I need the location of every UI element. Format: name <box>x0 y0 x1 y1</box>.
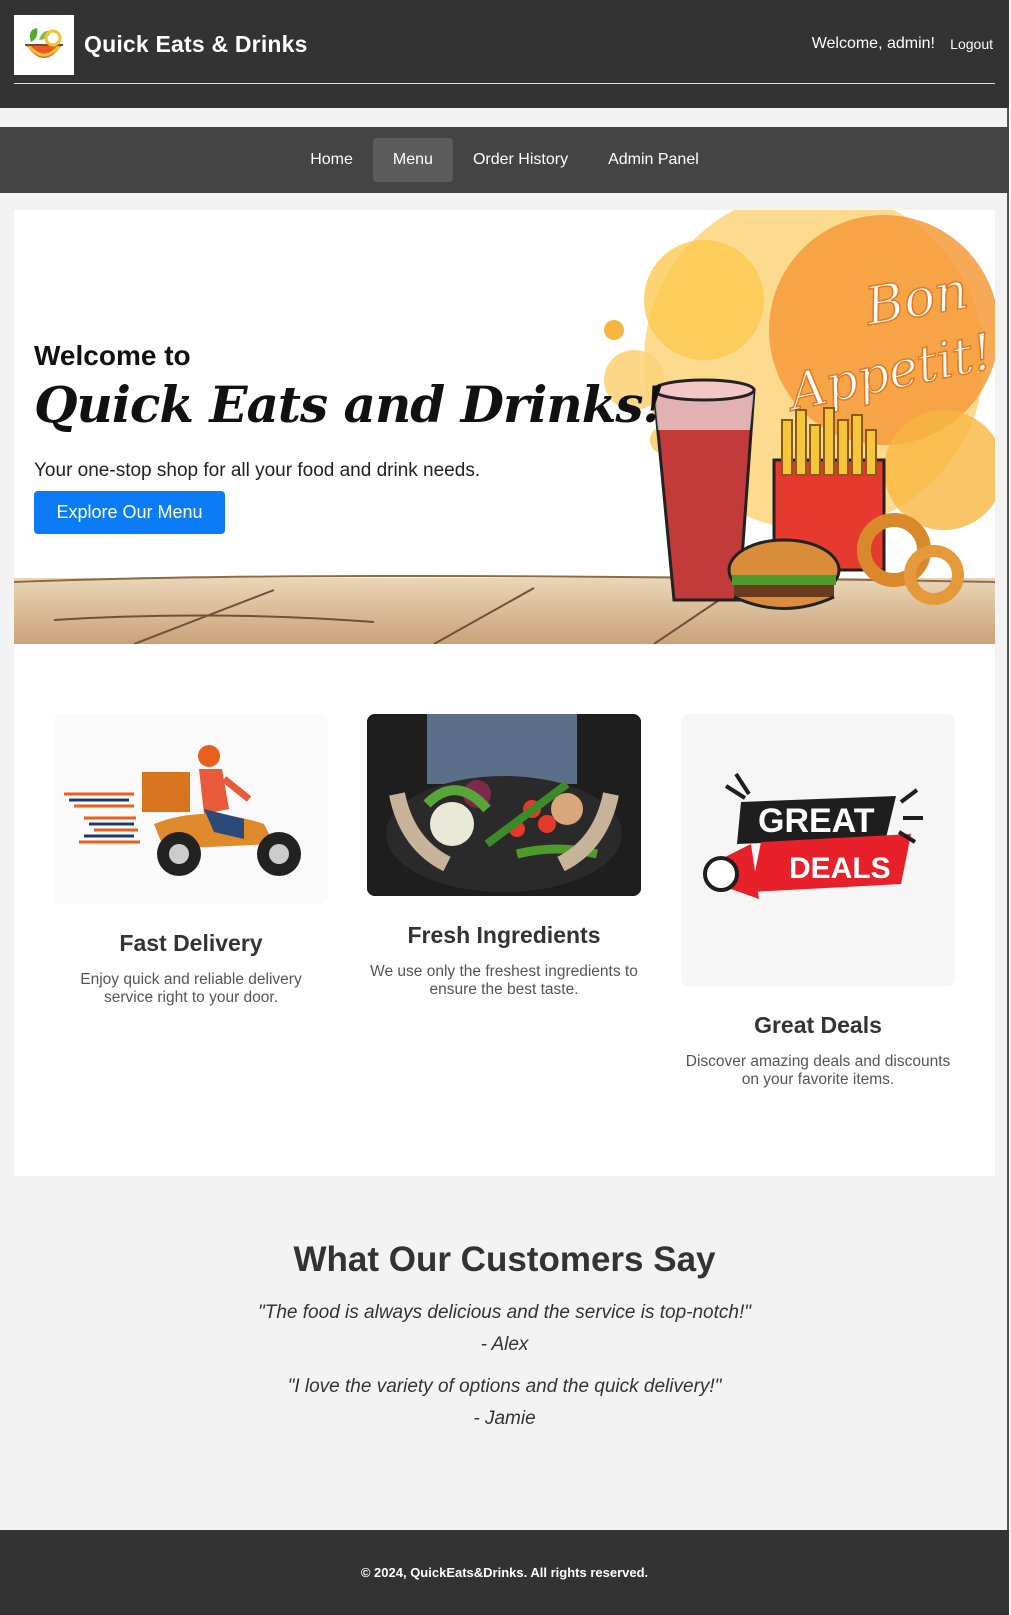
main-nav: Home Menu Order History Admin Panel <box>0 127 1009 193</box>
brand-name: Quick Eats & Drinks <box>84 31 308 57</box>
feature-description: Discover amazing deals and discounts on … <box>685 1053 951 1088</box>
hero-title: Quick Eats and Drinks! <box>34 375 664 434</box>
testimonials-heading: What Our Customers Say <box>293 1240 716 1279</box>
badge-text-great: GREAT <box>758 802 875 840</box>
hero-banner: Bon Appetit! Welcome to Quick Eats and D… <box>14 210 995 644</box>
feature-title: Great Deals <box>754 1012 882 1038</box>
nav-item-home[interactable]: Home <box>290 138 373 182</box>
page: Quick Eats & Drinks Welcome, admin! Logo… <box>0 0 1009 1615</box>
logo[interactable] <box>14 15 74 75</box>
feature-title: Fast Delivery <box>119 930 263 956</box>
testimonial-quote: "The food is always delicious and the se… <box>258 1302 751 1323</box>
features-section: Fast Delivery Enjoy quick and reliable d… <box>14 644 995 1176</box>
nav-item-admin-panel[interactable]: Admin Panel <box>588 138 719 182</box>
site-header: Quick Eats & Drinks Welcome, admin! Logo… <box>0 0 1009 108</box>
nav-item-order-history[interactable]: Order History <box>453 138 588 182</box>
feature-fresh-ingredients: Fresh Ingredients We use only the freshe… <box>367 714 641 999</box>
vegetable-bowl-icon <box>367 714 641 896</box>
badge-text-deals: DEALS <box>789 852 891 885</box>
scooter-delivery-icon <box>64 745 301 876</box>
header-divider <box>14 83 995 84</box>
explore-menu-button[interactable]: Explore Our Menu <box>34 491 225 534</box>
feature-description: We use only the freshest ingredients to … <box>370 963 638 998</box>
welcome-text: Welcome, admin! <box>811 35 935 52</box>
ingredients-image <box>367 714 641 896</box>
feature-fast-delivery: Fast Delivery Enjoy quick and reliable d… <box>54 714 328 1007</box>
hero-subtitle: Your one-stop shop for all your food and… <box>34 460 481 481</box>
testimonial-author: - Jamie <box>473 1408 536 1429</box>
testimonials-section: What Our Customers Say "The food is alwa… <box>0 1240 1009 1430</box>
copyright-text: © 2024, QuickEats&Drinks. All rights res… <box>360 1565 649 1580</box>
testimonial-author: - Alex <box>480 1334 529 1355</box>
logout-link[interactable]: Logout <box>950 36 993 52</box>
nav-item-menu[interactable]: Menu <box>372 138 453 182</box>
feature-description: Enjoy quick and reliable delivery servic… <box>80 971 302 1006</box>
site-footer: © 2024, QuickEats&Drinks. All rights res… <box>0 1530 1009 1615</box>
bowl-leaf-logo-icon <box>25 28 63 58</box>
feature-title: Fresh Ingredients <box>407 922 601 948</box>
feature-great-deals: GREAT DEALS Great Deals Discover amazing… <box>681 714 955 1089</box>
hero-welcome: Welcome to <box>34 340 191 371</box>
delivery-image <box>54 714 328 904</box>
testimonial-quote: "I love the variety of options and the q… <box>287 1376 722 1397</box>
deals-image: GREAT DEALS <box>681 714 955 986</box>
great-deals-badge-icon: GREAT DEALS <box>681 714 955 986</box>
